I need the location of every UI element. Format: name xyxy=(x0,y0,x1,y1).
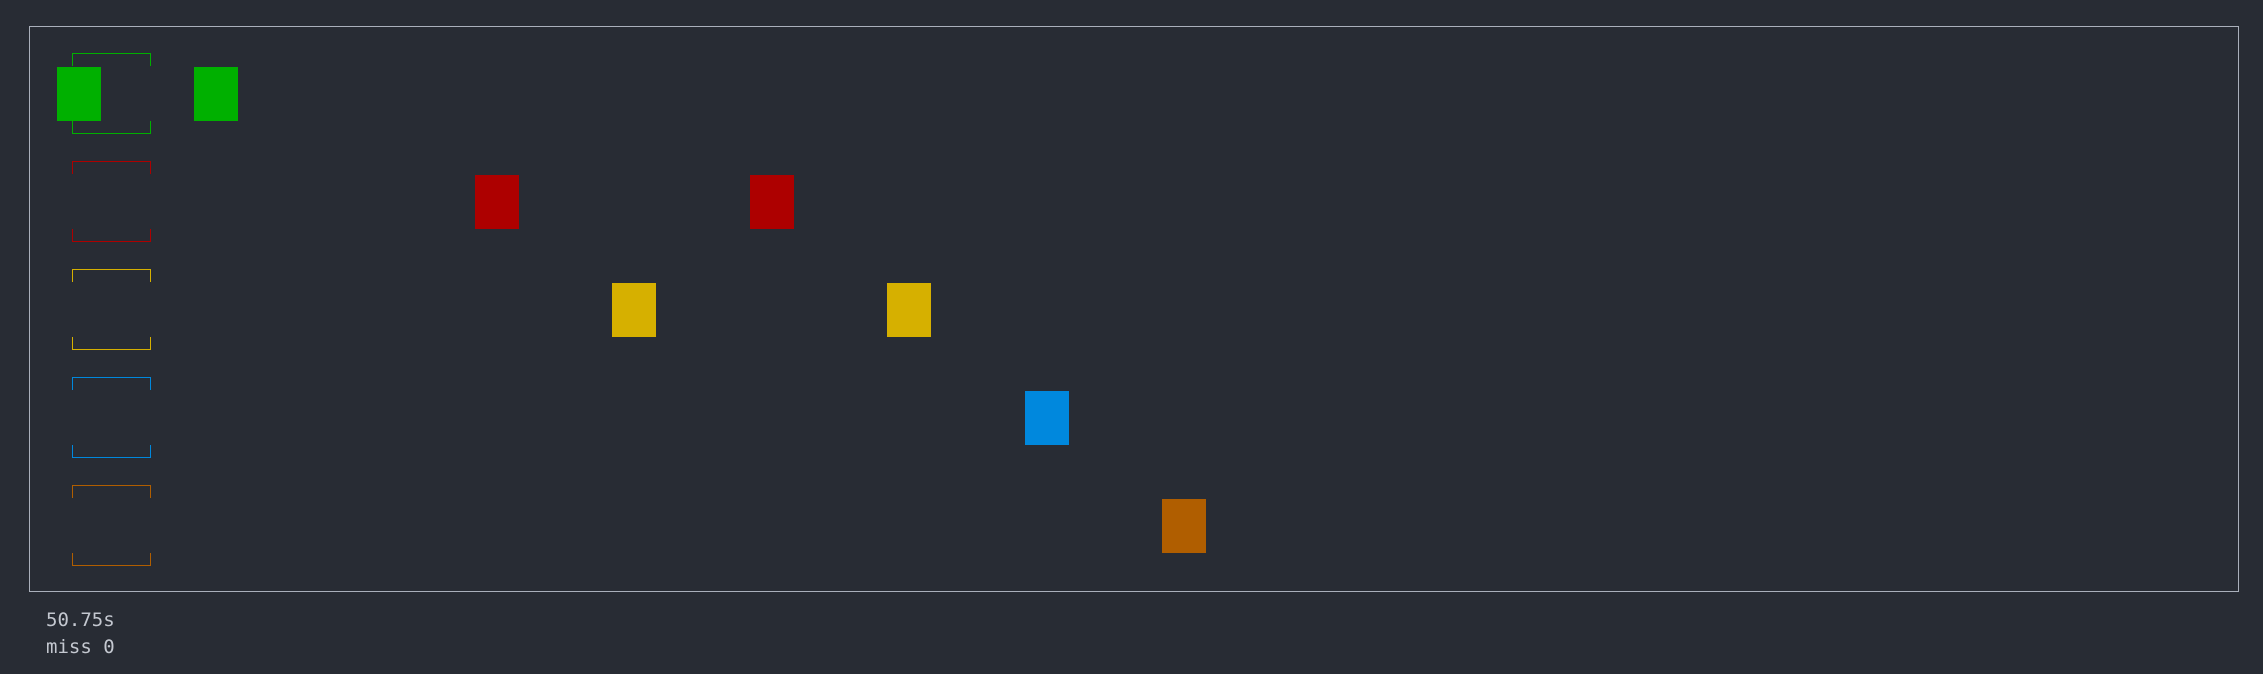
hit-target-top-bracket xyxy=(72,161,151,174)
hit-target-top-bracket xyxy=(72,53,151,66)
hit-target-yellow xyxy=(72,269,151,350)
hit-target-red xyxy=(72,161,151,242)
hit-target-top-bracket xyxy=(72,377,151,390)
hit-target-orange xyxy=(72,485,151,566)
miss-count: miss 0 xyxy=(46,636,115,658)
hit-target-top-bracket xyxy=(72,269,151,282)
note-yellow xyxy=(612,283,656,337)
note-green xyxy=(57,67,101,121)
hit-target-bottom-bracket xyxy=(72,445,151,458)
hud: 50.75s miss 0 xyxy=(46,607,115,661)
hit-target-bottom-bracket xyxy=(72,229,151,242)
note-blue xyxy=(1025,391,1069,445)
elapsed-time: 50.75s xyxy=(46,609,115,631)
note-yellow xyxy=(887,283,931,337)
note-green xyxy=(194,67,238,121)
hit-target-bottom-bracket xyxy=(72,553,151,566)
hit-target-bottom-bracket xyxy=(72,337,151,350)
hit-target-blue xyxy=(72,377,151,458)
hit-target-bottom-bracket xyxy=(72,121,151,134)
note-orange xyxy=(1162,499,1206,553)
game-playfield xyxy=(29,26,2239,592)
note-red xyxy=(475,175,519,229)
hit-target-top-bracket xyxy=(72,485,151,498)
note-red xyxy=(750,175,794,229)
